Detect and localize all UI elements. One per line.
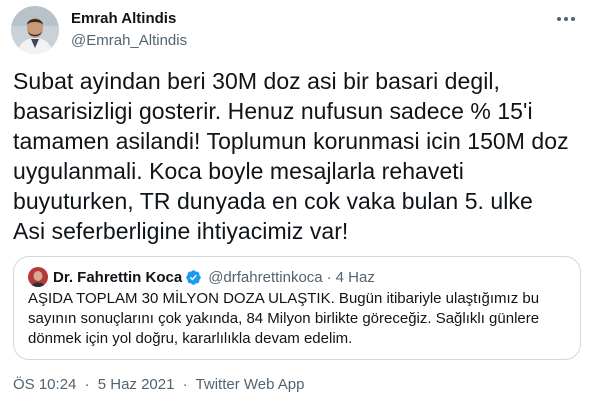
author-avatar[interactable] bbox=[11, 6, 59, 54]
tweet-source-link[interactable]: Twitter Web App bbox=[196, 376, 305, 393]
author-name[interactable]: Emrah Altindis bbox=[71, 10, 176, 28]
author-handle[interactable]: @Emrah_Altindis bbox=[71, 32, 187, 50]
quoted-tweet-card[interactable]: Dr. Fahrettin Koca @drfahrettinkoca · 4 … bbox=[13, 256, 581, 360]
meta-separator: · bbox=[84, 376, 90, 393]
tweet-meta: ÖS 10:24 · 5 Haz 2021 · Twitter Web App bbox=[13, 376, 305, 393]
meta-separator: · bbox=[182, 376, 188, 393]
tweet-date-link[interactable]: 5 Haz 2021 bbox=[98, 376, 175, 393]
tweet-text-line: Subat ayindan beri 30M doz asi bir basar… bbox=[13, 68, 500, 94]
quoted-author-handle: @drfahrettinkoca bbox=[208, 268, 323, 286]
tweet-text-line: uygulanmali. Koca boyle mesajlarla rehav… bbox=[13, 158, 464, 184]
tweet-text-line: Asi seferberligine ihtiyacimiz var! bbox=[13, 218, 349, 244]
quoted-tweet-header: Dr. Fahrettin Koca @drfahrettinkoca · 4 … bbox=[28, 267, 375, 287]
quoted-text-line: dönmek için yol doğru, kararlılıkla deva… bbox=[28, 330, 353, 347]
more-horizontal-icon bbox=[556, 16, 576, 22]
quoted-text-line: sayının sonuçlarını çok yakında, 84 Mily… bbox=[28, 310, 540, 327]
more-options-button[interactable] bbox=[554, 9, 578, 29]
tweet-text-line: buyuturken, TR dunyada en cok vaka bulan… bbox=[13, 188, 533, 214]
quoted-date: 4 Haz bbox=[335, 268, 375, 286]
tweet-text-line: basarisizligi gosterir. Henuz nufusun sa… bbox=[13, 98, 533, 124]
quoted-author-avatar bbox=[28, 267, 48, 287]
tweet-time-link[interactable]: ÖS 10:24 bbox=[13, 376, 76, 393]
verified-badge-icon bbox=[185, 269, 202, 286]
quoted-separator: · bbox=[326, 268, 332, 286]
tweet-text-line: tamamen asilandi! Toplumun korunmasi ici… bbox=[13, 128, 569, 154]
quoted-tweet-text: AŞIDA TOPLAM 30 MİLYON DOZA ULAŞTIK. Bug… bbox=[28, 289, 568, 349]
quoted-author-name: Dr. Fahrettin Koca bbox=[53, 268, 183, 286]
quoted-text-line: AŞIDA TOPLAM 30 MİLYON DOZA ULAŞTIK. Bug… bbox=[28, 290, 540, 307]
tweet-text: Subat ayindan beri 30M doz asi bir basar… bbox=[13, 66, 583, 246]
